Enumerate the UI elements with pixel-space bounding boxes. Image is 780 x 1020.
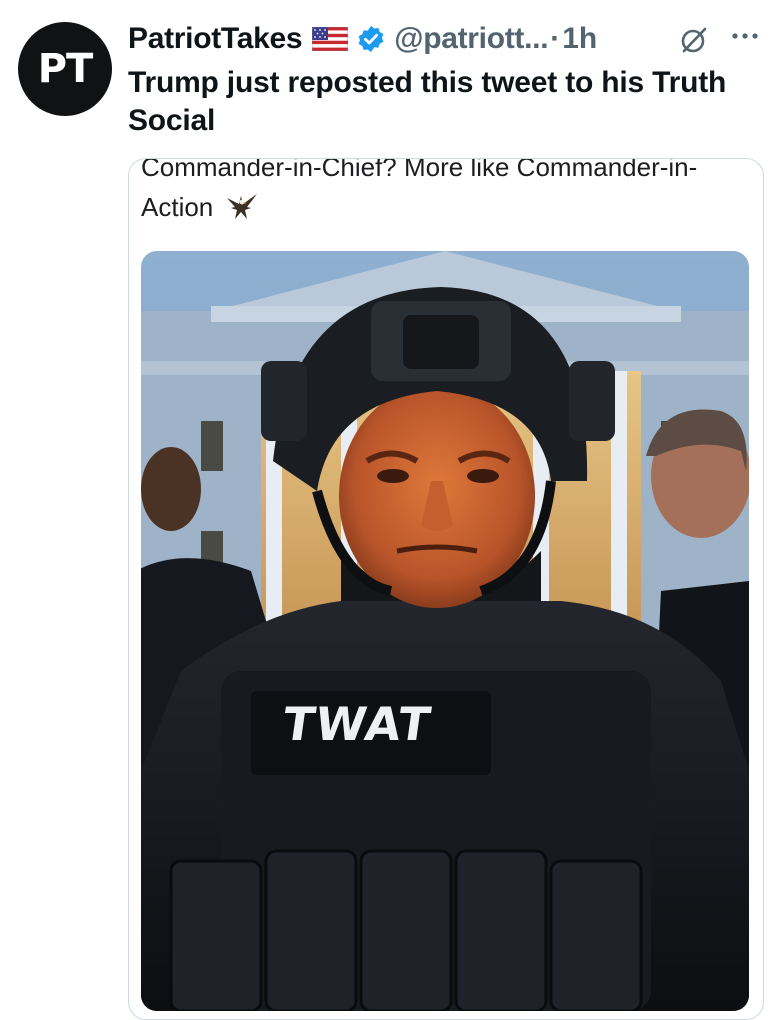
avatar-initials: PT (37, 46, 94, 92)
us-flag-icon (311, 26, 349, 52)
verified-badge-icon (356, 24, 386, 54)
timestamp[interactable]: 1h (562, 22, 597, 56)
quoted-tweet-image[interactable]: TWAT (141, 251, 749, 1011)
grok-icon[interactable] (678, 24, 710, 56)
eagle-icon (225, 192, 259, 222)
tweet-header: PatriotTakes @patriott... · 1h (128, 16, 766, 62)
quoted-tweet-card[interactable]: Commander-in-Chief? More like Commander-… (128, 158, 764, 1020)
handle[interactable]: @patriott... (394, 22, 548, 56)
display-name[interactable]: PatriotTakes (128, 22, 303, 56)
avatar[interactable]: PT (18, 22, 112, 116)
separator: · (550, 22, 561, 55)
tweet-text: Trump just reposted this tweet to his Tr… (128, 66, 727, 137)
quoted-tweet-text: Commander-in-Chief? More like Commander-… (141, 159, 751, 227)
vest-label: TWAT (279, 697, 435, 751)
more-icon[interactable] (728, 22, 762, 54)
